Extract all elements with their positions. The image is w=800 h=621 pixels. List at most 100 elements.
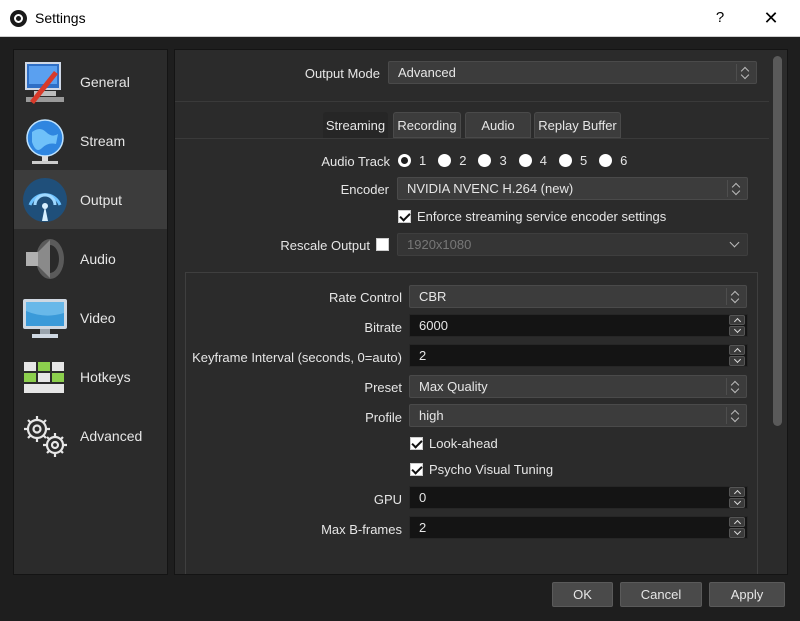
bitrate-value: 6000 xyxy=(419,318,448,333)
rate-control-value: CBR xyxy=(419,289,447,304)
radio-label: 5 xyxy=(579,153,588,168)
sidebar-item-label: Video xyxy=(80,309,116,326)
audio-track-radio-4[interactable] xyxy=(518,154,532,167)
ok-button[interactable]: OK xyxy=(552,582,613,607)
gpu-decrement-button[interactable] xyxy=(729,498,745,508)
audio-track-radio-2[interactable] xyxy=(438,154,452,167)
speaker-icon xyxy=(26,238,64,279)
updown-arrows-icon xyxy=(727,180,743,197)
rescale-output-label: Rescale Output xyxy=(280,238,370,253)
gpu-increment-button[interactable] xyxy=(729,487,745,497)
updown-arrows-icon xyxy=(726,288,742,305)
window-title: Settings xyxy=(35,10,86,26)
sidebar-item-audio[interactable]: Audio xyxy=(14,229,167,288)
tab-recording[interactable]: Recording xyxy=(393,112,461,138)
bitrate-spinbox[interactable]: 6000 xyxy=(409,314,748,337)
max-b-frames-label: Max B-frames xyxy=(321,522,402,537)
gpu-value: 0 xyxy=(419,490,427,505)
sidebar-item-video[interactable]: Video xyxy=(14,288,167,347)
bitrate-decrement-button[interactable] xyxy=(729,326,745,336)
b-frames-increment-button[interactable] xyxy=(729,517,745,527)
updown-arrows-icon xyxy=(726,378,742,395)
profile-select[interactable]: high xyxy=(409,404,747,427)
radio-label: 3 xyxy=(499,153,507,168)
monitor-icon xyxy=(23,298,67,338)
rescale-resolution-select[interactable]: 1920x1080 xyxy=(397,233,748,256)
close-button[interactable]: ✕ xyxy=(758,5,784,31)
rescale-output-checkbox[interactable] xyxy=(376,238,389,251)
output-mode-select[interactable]: Advanced xyxy=(388,61,757,84)
radio-label: 6 xyxy=(620,153,628,168)
enforce-encoder-settings-label: Enforce streaming service encoder settin… xyxy=(417,209,667,224)
profile-label: Profile xyxy=(365,410,402,425)
gears-icon xyxy=(24,415,67,457)
keyframe-interval-label: Keyframe Interval (seconds, 0=auto) xyxy=(192,350,402,365)
sidebar-item-label: Output xyxy=(80,191,123,208)
spin-buttons xyxy=(728,517,746,538)
gpu-spinbox[interactable]: 0 xyxy=(409,486,748,509)
sidebar-item-hotkeys[interactable]: Hotkeys xyxy=(14,347,167,406)
globe-icon xyxy=(26,118,64,164)
audio-track-radio-6[interactable] xyxy=(599,154,613,167)
audio-track-label: Audio Track xyxy=(321,154,390,169)
bitrate-increment-button[interactable] xyxy=(729,315,745,325)
rescale-resolution-value: 1920x1080 xyxy=(407,237,472,252)
obs-logo-icon xyxy=(10,10,27,27)
updown-arrows-icon xyxy=(736,64,752,81)
look-ahead-checkbox[interactable] xyxy=(410,437,423,450)
radio-label: 2 xyxy=(459,153,467,168)
general-icon xyxy=(25,61,64,104)
audio-track-radio-5[interactable] xyxy=(558,154,572,167)
spin-buttons xyxy=(728,315,746,336)
psycho-visual-tuning-label: Psycho Visual Tuning xyxy=(429,462,554,477)
audio-track-radio-group: 1 2 3 4 5 6 xyxy=(398,153,639,168)
keyframe-decrement-button[interactable] xyxy=(729,356,745,366)
scrollbar-thumb[interactable] xyxy=(773,56,782,426)
sidebar-item-label: General xyxy=(80,73,130,90)
sidebar-item-general[interactable]: General xyxy=(14,52,167,111)
keyframe-interval-spinbox[interactable]: 2 xyxy=(409,344,748,367)
sidebar-item-label: Hotkeys xyxy=(80,368,131,385)
updown-arrows-icon xyxy=(726,407,742,424)
encoder-select[interactable]: NVIDIA NVENC H.264 (new) xyxy=(397,177,748,200)
audio-track-radio-1[interactable] xyxy=(398,154,411,167)
preset-value: Max Quality xyxy=(419,379,488,394)
apply-button[interactable]: Apply xyxy=(709,582,785,607)
keyframe-increment-button[interactable] xyxy=(729,345,745,355)
max-b-frames-value: 2 xyxy=(419,520,427,535)
encoder-settings-group: Rate Control CBR Bitrate 6000 Keyframe I… xyxy=(185,272,758,574)
audio-track-radio-3[interactable] xyxy=(478,154,492,167)
profile-value: high xyxy=(419,408,444,423)
chevron-down-icon xyxy=(729,238,741,250)
keyframe-interval-value: 2 xyxy=(419,348,427,363)
title-bar: Settings ? ✕ xyxy=(0,0,800,37)
output-mode-value: Advanced xyxy=(398,65,456,80)
tab-divider xyxy=(175,138,769,139)
encoder-label: Encoder xyxy=(340,182,389,197)
psycho-visual-tuning-checkbox[interactable] xyxy=(410,463,423,476)
output-icon xyxy=(23,177,67,222)
sidebar-item-advanced[interactable]: Advanced xyxy=(14,406,167,465)
encoder-value: NVIDIA NVENC H.264 (new) xyxy=(407,181,574,196)
sidebar-item-label: Audio xyxy=(80,250,116,267)
rate-control-select[interactable]: CBR xyxy=(409,285,747,308)
sidebar-item-output[interactable]: Output xyxy=(14,170,167,229)
cancel-button[interactable]: Cancel xyxy=(620,582,702,607)
spin-buttons xyxy=(728,487,746,508)
max-b-frames-spinbox[interactable]: 2 xyxy=(409,516,748,539)
settings-sidebar: General Stream Output Audio Video Hotkey… xyxy=(13,49,168,575)
sidebar-item-label: Stream xyxy=(80,132,126,149)
preset-select[interactable]: Max Quality xyxy=(409,375,747,398)
sidebar-item-stream[interactable]: Stream xyxy=(14,111,167,170)
look-ahead-label: Look-ahead xyxy=(429,436,498,451)
tab-streaming[interactable]: Streaming xyxy=(323,112,388,138)
output-mode-label: Output Mode xyxy=(304,66,380,81)
enforce-encoder-settings-checkbox[interactable] xyxy=(398,210,411,223)
b-frames-decrement-button[interactable] xyxy=(729,528,745,538)
tab-audio[interactable]: Audio xyxy=(465,112,531,138)
radio-label: 1 xyxy=(419,153,427,168)
output-settings-panel: Output Mode Advanced Streaming Recording… xyxy=(174,49,788,575)
tab-replay-buffer[interactable]: Replay Buffer xyxy=(534,112,621,138)
preset-label: Preset xyxy=(364,380,402,395)
help-button[interactable]: ? xyxy=(710,5,730,31)
